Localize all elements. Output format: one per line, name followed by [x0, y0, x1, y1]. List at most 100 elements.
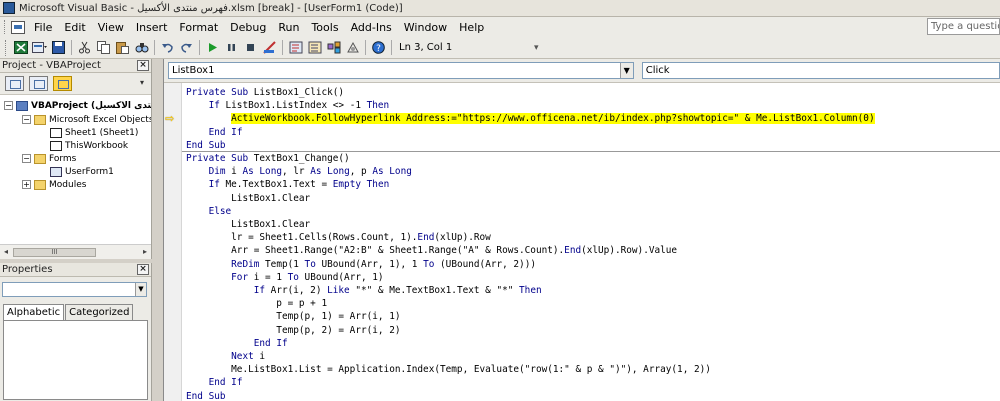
- code-line[interactable]: Next i: [186, 350, 265, 363]
- tree-item-thisworkbook[interactable]: ThisWorkbook: [50, 139, 128, 152]
- tree-item-label: Sheet1 (Sheet1): [65, 127, 139, 138]
- margin-indicator-bar[interactable]: [164, 83, 182, 401]
- menu-tools[interactable]: Tools: [306, 21, 345, 34]
- code-line[interactable]: End Sub: [186, 139, 226, 152]
- procedure-dropdown[interactable]: Click: [641, 62, 1000, 79]
- chevron-down-icon[interactable]: ▼: [135, 283, 146, 296]
- break-icon[interactable]: [223, 40, 240, 56]
- code-line[interactable]: Dim i As Long, lr As Long, p As Long: [186, 165, 412, 178]
- menu-run[interactable]: Run: [273, 21, 306, 34]
- project-explorer-close-icon[interactable]: ×: [137, 60, 149, 71]
- view-object-icon[interactable]: [29, 76, 48, 91]
- menu-debug[interactable]: Debug: [225, 21, 273, 34]
- code-line[interactable]: End If: [186, 126, 243, 139]
- code-line[interactable]: p = p + 1: [186, 297, 327, 310]
- menu-format[interactable]: Format: [174, 21, 225, 34]
- code-line[interactable]: End If: [186, 337, 288, 350]
- code-line[interactable]: ReDim Temp(1 To UBound(Arr, 1), 1 To (UB…: [186, 258, 536, 271]
- toggle-folders-icon[interactable]: [53, 76, 72, 91]
- cut-icon[interactable]: [76, 40, 93, 56]
- tree-collapse-toggle[interactable]: −: [22, 154, 31, 163]
- project-toolbar-overflow-icon[interactable]: ▾: [140, 78, 149, 90]
- menu-add-ins[interactable]: Add-Ins: [346, 21, 399, 34]
- menu-insert[interactable]: Insert: [131, 21, 175, 34]
- vba-project-icon: [16, 100, 28, 111]
- code-editor[interactable]: Private Sub ListBox1_Click() If ListBox1…: [164, 83, 1000, 401]
- menu-grip[interactable]: [4, 20, 7, 34]
- project-explorer-icon[interactable]: [287, 40, 304, 56]
- toolbox-icon[interactable]: [344, 40, 361, 56]
- menu-edit[interactable]: Edit: [59, 21, 92, 34]
- code-line[interactable]: Private Sub ListBox1_Click(): [186, 86, 344, 99]
- tree-item-modules[interactable]: + Modules: [22, 178, 86, 191]
- code-line[interactable]: Private Sub TextBox1_Change(): [186, 152, 350, 165]
- tree-expand-toggle[interactable]: +: [22, 180, 31, 189]
- menu-file[interactable]: File: [29, 21, 59, 34]
- tree-item-userform1[interactable]: UserForm1: [50, 165, 114, 178]
- code-line[interactable]: Me.ListBox1.List = Application.Index(Tem…: [186, 363, 711, 376]
- code-line[interactable]: lr = Sheet1.Cells(Rows.Count, 1).End(xlU…: [186, 231, 491, 244]
- excel-icon[interactable]: [12, 40, 29, 56]
- menu-help[interactable]: Help: [454, 21, 491, 34]
- tree-item-label: Forms: [49, 153, 77, 164]
- menu-view[interactable]: View: [93, 21, 131, 34]
- scroll-left-icon[interactable]: ◂: [4, 247, 8, 256]
- copy-icon[interactable]: [95, 40, 112, 56]
- reset-icon[interactable]: [242, 40, 259, 56]
- object-browser-icon[interactable]: [325, 40, 342, 56]
- undo-icon[interactable]: [159, 40, 176, 56]
- code-line[interactable]: Arr = Sheet1.Range("A2:B" & Sheet1.Range…: [186, 244, 677, 257]
- tab-categorized[interactable]: Categorized: [65, 304, 134, 320]
- chevron-down-icon[interactable]: ▼: [619, 63, 633, 78]
- scroll-right-icon[interactable]: ▸: [143, 247, 147, 256]
- redo-icon[interactable]: [178, 40, 195, 56]
- code-line[interactable]: If Me.TextBox1.Text = Empty Then: [186, 178, 390, 191]
- code-line[interactable]: Temp(p, 2) = Arr(i, 2): [186, 324, 400, 337]
- code-line[interactable]: Else: [186, 205, 232, 218]
- cursor-position: Ln 3, Col 1: [399, 42, 453, 53]
- insert-userform-icon[interactable]: [31, 40, 48, 56]
- code-line[interactable]: End If: [186, 376, 243, 389]
- object-dropdown[interactable]: ListBox1 ▼: [168, 62, 634, 79]
- properties-icon[interactable]: [306, 40, 323, 56]
- code-line[interactable]: If Arr(i, 2) Like "*" & Me.TextBox1.Text…: [186, 284, 542, 297]
- code-line-current-statement[interactable]: ActiveWorkbook.FollowHyperlink Address:=…: [186, 112, 875, 125]
- toolbar-overflow-icon[interactable]: ▾: [534, 43, 539, 53]
- properties-window: Properties × ▼ Alphabetic Categorized: [0, 263, 152, 401]
- help-icon[interactable]: ?: [370, 40, 387, 56]
- tree-item-forms[interactable]: − Forms: [22, 152, 76, 165]
- scroll-thumb[interactable]: III: [13, 248, 96, 257]
- toolbar-grip[interactable]: [5, 39, 8, 56]
- view-code-icon[interactable]: [5, 76, 24, 91]
- run-icon[interactable]: [204, 40, 221, 56]
- code-line[interactable]: If ListBox1.ListIndex <> -1 Then: [186, 99, 390, 112]
- toolbar-separator: [199, 40, 200, 55]
- tree-item-vbaproject[interactable]: − VBAProject (فهرس منتدى الاكسيل: [4, 99, 151, 112]
- tab-alphabetic[interactable]: Alphabetic: [3, 304, 65, 320]
- properties-close-icon[interactable]: ×: [137, 264, 149, 275]
- code-line[interactable]: Temp(p, 1) = Arr(i, 1): [186, 310, 400, 323]
- tree-item-sheet1[interactable]: Sheet1 (Sheet1): [50, 126, 138, 139]
- folder-icon: [34, 179, 46, 190]
- project-explorer-toolbar: ▾: [0, 73, 151, 95]
- find-icon[interactable]: [133, 40, 150, 56]
- save-icon[interactable]: [50, 40, 67, 56]
- tree-collapse-toggle[interactable]: −: [22, 115, 31, 124]
- menu-window[interactable]: Window: [399, 21, 454, 34]
- code-line[interactable]: End Sub: [186, 390, 226, 401]
- tree-collapse-toggle[interactable]: −: [4, 101, 13, 110]
- toolbar-separator: [365, 40, 366, 55]
- project-horizontal-scrollbar[interactable]: ◂ III ▸: [0, 244, 151, 259]
- folder-icon: [34, 114, 46, 125]
- project-tree: − VBAProject (فهرس منتدى الاكسيل − Micro…: [0, 95, 151, 243]
- code-window-menu-icon[interactable]: [11, 20, 25, 34]
- design-mode-icon[interactable]: [261, 40, 278, 56]
- code-line[interactable]: For i = 1 To UBound(Arr, 1): [186, 271, 383, 284]
- code-line[interactable]: ListBox1.Clear: [186, 218, 310, 231]
- tree-item-excel-objects[interactable]: − Microsoft Excel Objects: [22, 113, 151, 126]
- help-question-input[interactable]: Type a question: [927, 18, 1000, 35]
- properties-grid[interactable]: [3, 320, 148, 400]
- properties-object-select[interactable]: ▼: [2, 282, 147, 297]
- code-line[interactable]: ListBox1.Clear: [186, 192, 310, 205]
- paste-icon[interactable]: [114, 40, 131, 56]
